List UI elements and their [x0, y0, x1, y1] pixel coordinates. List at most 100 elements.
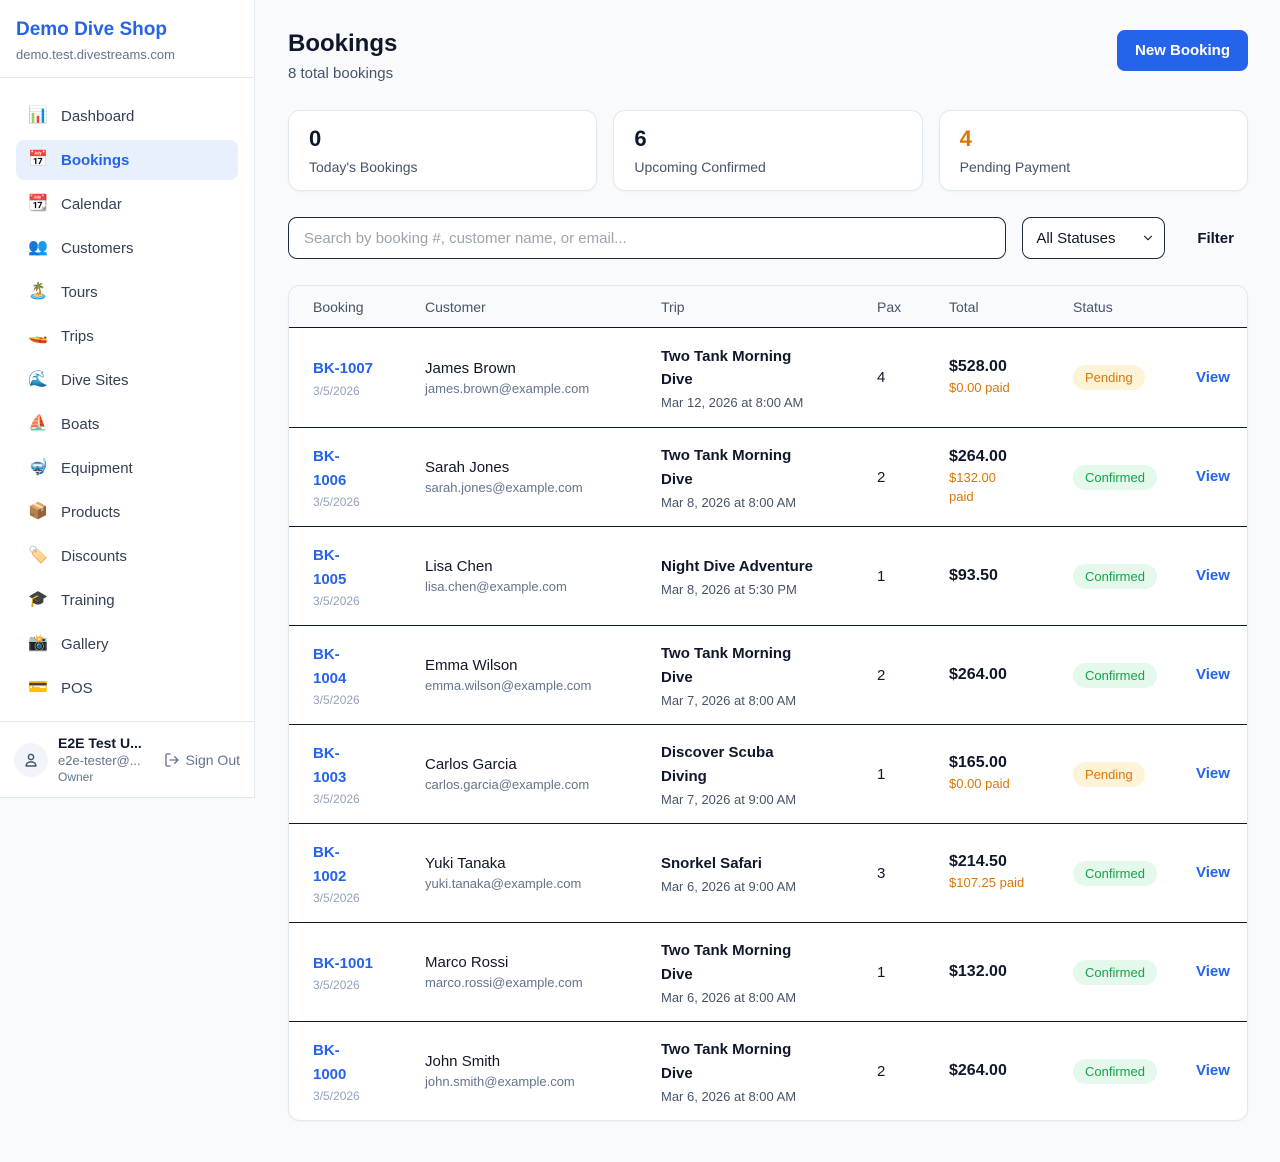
view-link[interactable]: View: [1196, 468, 1230, 485]
sidebar-item-training[interactable]: 🎓 Training: [16, 580, 238, 620]
new-booking-button[interactable]: New Booking: [1117, 30, 1248, 71]
sidebar-item-bookings[interactable]: 📅 Bookings: [16, 140, 238, 180]
status-cell: Confirmed: [1073, 960, 1196, 985]
sidebar-item-label: Discounts: [61, 548, 127, 565]
camera-icon: 📸: [28, 636, 50, 652]
sidebar-item-tours[interactable]: 🏝️ Tours: [16, 272, 238, 312]
sidebar-item-equipment[interactable]: 🤿 Equipment: [16, 448, 238, 488]
trip-name: Snorkel Safari: [661, 852, 863, 875]
status-filter-select[interactable]: All Statuses: [1022, 217, 1165, 259]
speedboat-icon: 🚤: [28, 328, 50, 344]
trip-name: Two Tank Morning Dive: [661, 345, 863, 392]
booking-cell: BK- 1005 3/5/2026: [313, 544, 425, 608]
sign-out-button[interactable]: Sign Out: [164, 752, 240, 768]
status-cell: Confirmed: [1073, 861, 1196, 886]
filter-button[interactable]: Filter: [1183, 220, 1248, 257]
sidebar-item-label: Boats: [61, 416, 99, 433]
total-amount: $264.00: [949, 666, 1059, 684]
customer-email: john.smith@example.com: [425, 1074, 647, 1089]
actions-cell: View: [1196, 864, 1244, 882]
sidebar-item-pos[interactable]: 💳 POS: [16, 668, 238, 708]
sidebar-item-dive-sites[interactable]: 🌊 Dive Sites: [16, 360, 238, 400]
view-link[interactable]: View: [1196, 1062, 1230, 1079]
total-amount: $165.00: [949, 754, 1059, 772]
status-badge: Confirmed: [1073, 564, 1157, 589]
stat-card: 4 Pending Payment: [939, 110, 1248, 191]
sidebar-item-calendar[interactable]: 📆 Calendar: [16, 184, 238, 224]
sidebar-item-label: Bookings: [61, 152, 129, 169]
view-link[interactable]: View: [1196, 765, 1230, 782]
pax-value: 2: [877, 1063, 949, 1080]
trip-cell: Night Dive Adventure Mar 8, 2026 at 5:30…: [661, 555, 877, 597]
view-link[interactable]: View: [1196, 963, 1230, 980]
customer-cell: John Smith john.smith@example.com: [425, 1053, 661, 1089]
customer-email: emma.wilson@example.com: [425, 678, 647, 693]
booking-id-link[interactable]: BK- 1004: [313, 643, 346, 690]
status-cell: Confirmed: [1073, 1059, 1196, 1084]
sidebar-nav: 📊 Dashboard 📅 Bookings 📆 Calendar 👥 Cust…: [0, 78, 254, 721]
bookings-table: Booking Customer Trip Pax Total Status B…: [288, 285, 1248, 1121]
customer-cell: Lisa Chen lisa.chen@example.com: [425, 558, 661, 594]
trip-cell: Discover Scuba Diving Mar 7, 2026 at 9:0…: [661, 741, 877, 807]
booking-id-link[interactable]: BK- 1005: [313, 544, 346, 591]
filter-row: All Statuses Filter: [288, 217, 1248, 259]
tag-icon: 🏷️: [28, 548, 50, 564]
view-link[interactable]: View: [1196, 369, 1230, 386]
booking-id-link[interactable]: BK- 1003: [313, 742, 346, 789]
table-row: BK- 1004 3/5/2026 Emma Wilson emma.wilso…: [289, 625, 1247, 724]
trip-cell: Two Tank Morning Dive Mar 6, 2026 at 8:0…: [661, 1038, 877, 1104]
sidebar-item-trips[interactable]: 🚤 Trips: [16, 316, 238, 356]
booking-date: 3/5/2026: [313, 384, 411, 398]
people-icon: 👥: [28, 240, 50, 256]
page-title: Bookings: [288, 30, 397, 58]
stat-label: Pending Payment: [960, 159, 1227, 175]
trip-name: Two Tank Morning Dive: [661, 642, 863, 689]
status-badge: Pending: [1073, 762, 1145, 787]
trip-name: Discover Scuba Diving: [661, 741, 863, 788]
booking-id-link[interactable]: BK-1001: [313, 952, 373, 975]
sidebar-item-products[interactable]: 📦 Products: [16, 492, 238, 532]
booking-date: 3/5/2026: [313, 1089, 411, 1103]
customer-name: Sarah Jones: [425, 459, 647, 476]
calendar-icon: 📅: [28, 152, 50, 168]
total-cell: $264.00: [949, 1062, 1073, 1080]
total-cell: $528.00 $0.00 paid: [949, 358, 1073, 398]
diving-mask-icon: 🤿: [28, 460, 50, 476]
sidebar-item-discounts[interactable]: 🏷️ Discounts: [16, 536, 238, 576]
view-link[interactable]: View: [1196, 864, 1230, 881]
sidebar-item-gallery[interactable]: 📸 Gallery: [16, 624, 238, 664]
view-link[interactable]: View: [1196, 666, 1230, 683]
booking-date: 3/5/2026: [313, 594, 411, 608]
booking-id-link[interactable]: BK- 1006: [313, 445, 346, 492]
booking-id-link[interactable]: BK-1007: [313, 357, 373, 380]
shop-domain: demo.test.divestreams.com: [16, 47, 238, 62]
sidebar-item-dashboard[interactable]: 📊 Dashboard: [16, 96, 238, 136]
credit-card-icon: 💳: [28, 680, 50, 696]
booking-id-link[interactable]: BK- 1000: [313, 1039, 346, 1086]
column-header-pax: Pax: [877, 299, 949, 315]
trip-name: Two Tank Morning Dive: [661, 939, 863, 986]
sidebar-item-customers[interactable]: 👥 Customers: [16, 228, 238, 268]
sidebar-item-label: Equipment: [61, 460, 133, 477]
search-input[interactable]: [288, 217, 1006, 259]
booking-id-link[interactable]: BK- 1002: [313, 841, 346, 888]
amount-paid: $0.00 paid: [949, 775, 1059, 794]
trip-name: Two Tank Morning Dive: [661, 444, 863, 491]
total-cell: $214.50 $107.25 paid: [949, 853, 1073, 893]
shop-name: Demo Dive Shop: [16, 19, 238, 41]
stat-label: Today's Bookings: [309, 159, 576, 175]
stat-label: Upcoming Confirmed: [634, 159, 901, 175]
total-amount: $264.00: [949, 1062, 1059, 1080]
booking-date: 3/5/2026: [313, 792, 411, 806]
booking-cell: BK-1007 3/5/2026: [313, 357, 425, 397]
stat-value: 6: [634, 126, 901, 152]
customer-email: sarah.jones@example.com: [425, 480, 647, 495]
view-link[interactable]: View: [1196, 567, 1230, 584]
sidebar-header: Demo Dive Shop demo.test.divestreams.com: [0, 0, 254, 78]
sidebar-item-boats[interactable]: ⛵ Boats: [16, 404, 238, 444]
actions-cell: View: [1196, 963, 1244, 981]
booking-date: 3/5/2026: [313, 891, 411, 905]
sidebar-item-label: POS: [61, 680, 93, 697]
actions-cell: View: [1196, 1062, 1244, 1080]
sidebar-item-label: Products: [61, 504, 120, 521]
